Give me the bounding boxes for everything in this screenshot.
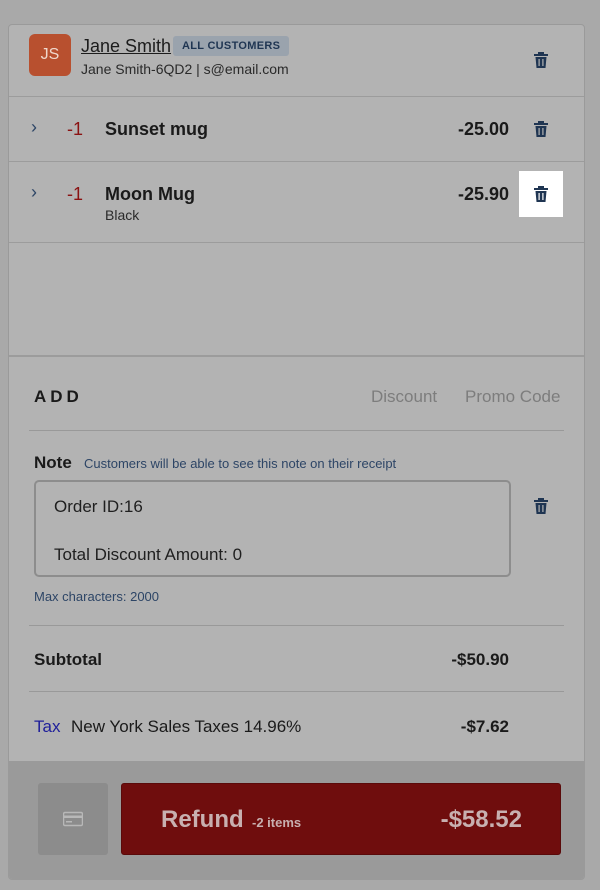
refund-total: -$58.52 — [440, 806, 522, 833]
note-hint: Customers will be able to see this note … — [84, 456, 397, 471]
remove-item-button[interactable] — [519, 106, 563, 152]
promo-code-link[interactable]: Promo Code — [465, 387, 560, 407]
trash-icon — [534, 121, 548, 137]
section-divider — [9, 355, 584, 357]
customer-group-badge: ALL CUSTOMERS — [173, 36, 290, 56]
item-price: -25.00 — [457, 119, 509, 139]
divider — [29, 625, 564, 626]
trash-icon — [534, 498, 548, 514]
payment-method-button[interactable] — [38, 783, 108, 855]
discount-link[interactable]: Discount — [371, 387, 437, 407]
customer-details: Jane Smith-6QD2 | s@email.com — [81, 61, 289, 77]
item-name: Sunset mug — [105, 119, 209, 139]
remove-customer-button[interactable] — [519, 37, 563, 83]
tax-link[interactable]: Tax — [34, 717, 60, 737]
refund-item-count: -2 items — [252, 815, 302, 830]
trash-icon — [534, 186, 548, 202]
expand-chevron-icon[interactable]: › — [31, 182, 37, 203]
tax-description: New York Sales Taxes 14.96% — [71, 717, 302, 736]
item-quantity[interactable]: -1 — [67, 184, 83, 205]
note-label: Note — [34, 453, 72, 472]
divider — [29, 430, 564, 431]
add-heading: ADD — [34, 387, 83, 406]
item-price: -25.90 — [457, 184, 509, 204]
avatar: JS — [29, 34, 71, 76]
trash-icon — [534, 52, 548, 68]
tax-value: -$7.62 — [460, 717, 509, 736]
clear-note-button[interactable] — [519, 483, 563, 529]
line-item: › -1 Sunset mug -25.00 — [9, 97, 584, 162]
customer-name-link[interactable]: Jane Smith — [81, 36, 171, 57]
note-max-characters: Max characters: 2000 — [34, 589, 160, 604]
note-line-discount: Total Discount Amount: 0 — [54, 545, 243, 564]
item-name: Moon Mug — [105, 184, 195, 204]
expand-chevron-icon[interactable]: › — [31, 117, 37, 138]
divider — [29, 691, 564, 692]
refund-button[interactable]: Refund -2 items -$58.52 — [121, 783, 561, 855]
item-quantity[interactable]: -1 — [67, 119, 83, 140]
remove-item-button[interactable] — [519, 171, 563, 217]
subtotal-label: Subtotal — [34, 650, 102, 669]
item-variant: Black — [105, 207, 140, 223]
note-line-order-id: Order ID:16 — [54, 497, 143, 516]
order-panel: JS Jane Smith ALL CUSTOMERS Jane Smith-6… — [8, 24, 585, 880]
customer-header: JS Jane Smith ALL CUSTOMERS Jane Smith-6… — [9, 25, 584, 97]
line-item: › -1 Moon Mug Black -25.90 — [9, 162, 584, 243]
note-textarea[interactable]: Order ID:16 Total Discount Amount: 0 — [34, 480, 511, 577]
credit-card-icon — [63, 811, 83, 827]
subtotal-value: -$50.90 — [451, 650, 509, 669]
checkout-footer: Refund -2 items -$58.52 — [9, 761, 584, 879]
refund-label: Refund — [161, 806, 244, 833]
